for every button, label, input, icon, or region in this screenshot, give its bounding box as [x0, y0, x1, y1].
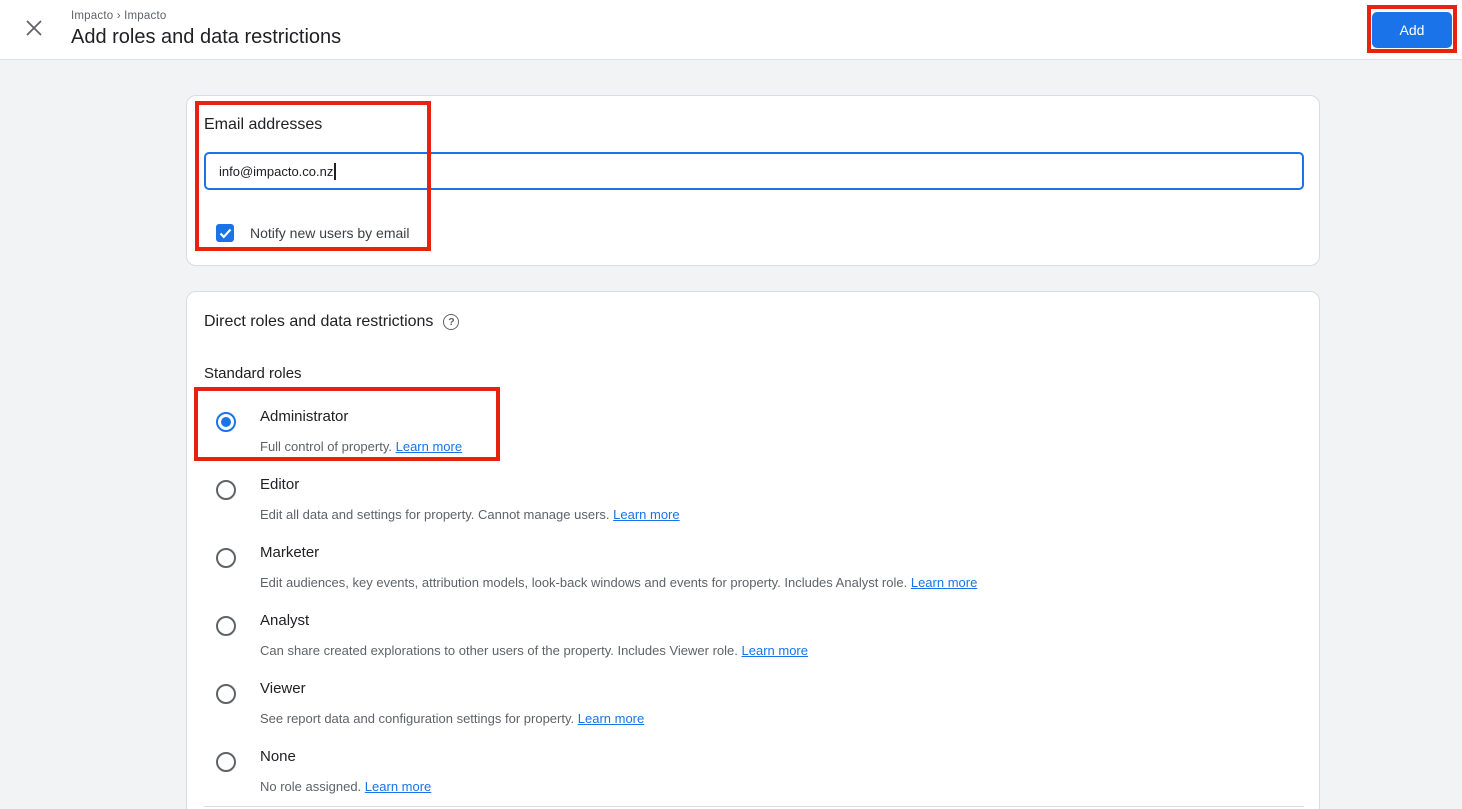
role-description-text: Edit all data and settings for property.… — [260, 507, 610, 522]
role-name: Viewer — [260, 680, 306, 697]
role-radio-button[interactable] — [216, 616, 236, 636]
role-description: See report data and configuration settin… — [260, 710, 644, 728]
learn-more-link[interactable]: Learn more — [578, 711, 644, 726]
standard-roles-label: Standard roles — [204, 365, 302, 382]
close-button[interactable] — [14, 10, 54, 50]
page-title: Add roles and data restrictions — [71, 26, 342, 48]
role-description-text: Can share created explorations to other … — [260, 643, 738, 658]
learn-more-link[interactable]: Learn more — [911, 575, 977, 590]
learn-more-link[interactable]: Learn more — [365, 779, 431, 794]
help-icon[interactable]: ? — [443, 314, 460, 330]
role-name: Marketer — [260, 544, 320, 561]
role-option-marketer[interactable]: Marketer Edit audiences, key events, att… — [204, 534, 1302, 602]
role-radio-button[interactable] — [216, 548, 236, 568]
notify-checkbox-label: Notify new users by email — [250, 225, 410, 241]
checkmark-icon — [219, 228, 232, 239]
role-description-text: Full control of property. — [260, 439, 392, 454]
email-input-value: info@impacto.co.nz — [219, 163, 334, 179]
role-name: None — [260, 748, 296, 765]
role-option-none[interactable]: None No role assigned. Learn more — [204, 738, 1302, 806]
roles-list: Administrator Full control of property. … — [204, 398, 1302, 806]
roles-divider — [204, 806, 1304, 807]
add-button[interactable]: Add — [1372, 12, 1452, 48]
role-option-analyst[interactable]: Analyst Can share created explorations t… — [204, 602, 1302, 670]
header: Impacto › Impacto Add roles and data res… — [0, 0, 1462, 60]
role-option-administrator[interactable]: Administrator Full control of property. … — [204, 398, 1302, 466]
role-option-editor[interactable]: Editor Edit all data and settings for pr… — [204, 466, 1302, 534]
email-card: Email addresses info@impacto.co.nz Notif… — [186, 95, 1320, 266]
role-option-viewer[interactable]: Viewer See report data and configuration… — [204, 670, 1302, 738]
role-description-text: Edit audiences, key events, attribution … — [260, 575, 908, 590]
title-block: Impacto › Impacto Add roles and data res… — [71, 9, 341, 50]
role-description-text: See report data and configuration settin… — [260, 711, 575, 726]
close-icon — [25, 19, 43, 40]
role-radio-button[interactable] — [216, 412, 236, 432]
role-description-text: No role assigned. — [260, 779, 362, 794]
notify-checkbox-row[interactable]: Notify new users by email — [216, 224, 1302, 242]
learn-more-link[interactable]: Learn more — [396, 439, 462, 454]
role-description: Edit all data and settings for property.… — [260, 506, 680, 524]
role-radio-button[interactable] — [216, 752, 236, 772]
breadcrumb: Impacto › Impacto — [71, 10, 167, 22]
text-caret — [334, 162, 336, 180]
roles-section-title: Direct roles and data restrictions — [204, 313, 434, 330]
learn-more-link[interactable]: Learn more — [742, 643, 808, 658]
roles-card: Direct roles and data restrictions ? Sta… — [186, 291, 1320, 809]
role-description: No role assigned. Learn more — [260, 778, 431, 796]
main-area: Email addresses info@impacto.co.nz Notif… — [0, 60, 1462, 809]
notify-checkbox[interactable] — [216, 224, 234, 242]
role-description: Can share created explorations to other … — [260, 642, 808, 660]
role-radio-button[interactable] — [216, 480, 236, 500]
role-name: Editor — [260, 476, 300, 493]
role-name: Administrator — [260, 408, 349, 425]
learn-more-link[interactable]: Learn more — [613, 507, 679, 522]
role-description: Edit audiences, key events, attribution … — [260, 574, 977, 592]
email-addresses-label: Email addresses — [204, 116, 323, 133]
email-input[interactable]: info@impacto.co.nz — [204, 152, 1304, 190]
role-radio-button[interactable] — [216, 684, 236, 704]
role-name: Analyst — [260, 612, 310, 629]
role-description: Full control of property. Learn more — [260, 438, 462, 456]
